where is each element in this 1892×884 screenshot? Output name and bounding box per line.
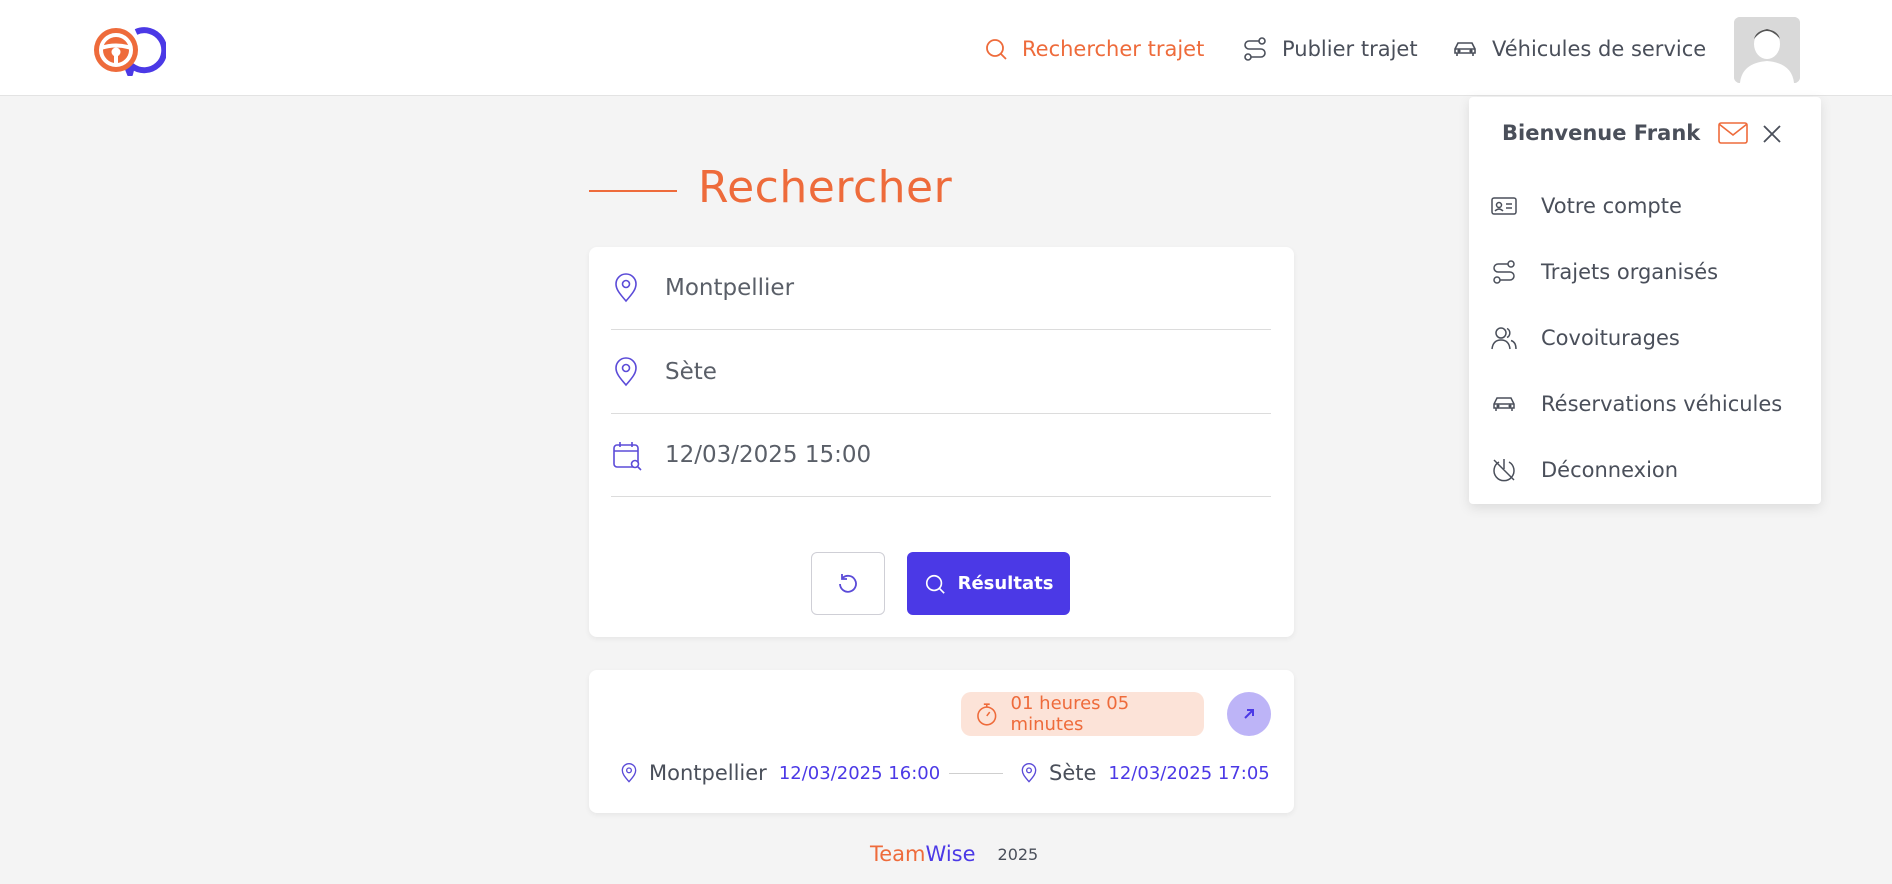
- route-icon: [1244, 37, 1266, 61]
- search-icon: [925, 574, 945, 594]
- trip-departure: Montpellier 12/03/2025 16:00: [619, 760, 940, 786]
- datetime-input[interactable]: [665, 442, 1255, 468]
- teamwise-logo[interactable]: [92, 24, 166, 76]
- nav-search-trip[interactable]: Rechercher trajet: [984, 32, 1204, 66]
- location-pin-icon: [615, 357, 637, 387]
- calendar-search-icon: [613, 442, 642, 471]
- welcome-text: Bienvenue Frank: [1502, 121, 1701, 145]
- search-form-card: Résultats: [589, 247, 1294, 637]
- menu-item-organized-trips-label: Trajets organisés: [1541, 260, 1719, 284]
- menu-item-logout[interactable]: Déconnexion: [1491, 453, 1678, 487]
- welcome-header: Bienvenue Frank: [1502, 121, 1749, 145]
- arrival-input[interactable]: [665, 359, 1255, 385]
- menu-item-carpools-label: Covoiturages: [1541, 326, 1680, 350]
- top-navbar: Rechercher trajet Publier trajet Véhicul…: [0, 0, 1892, 96]
- trip-arrival: Sète 12/03/2025 17:05: [1019, 760, 1270, 786]
- menu-item-carpools[interactable]: Covoiturages: [1491, 321, 1680, 355]
- arrival-field[interactable]: [611, 331, 1271, 414]
- menu-item-logout-label: Déconnexion: [1541, 458, 1679, 482]
- location-pin-icon: [621, 763, 637, 783]
- title-decoration-line: [589, 190, 677, 192]
- nav-service-vehicles[interactable]: Véhicules de service: [1452, 32, 1706, 66]
- trip-result-card[interactable]: 01 heures 05 minutes Montpellier 12/03/2…: [589, 670, 1294, 813]
- user-avatar[interactable]: [1734, 17, 1800, 83]
- logout-icon: [1493, 459, 1515, 482]
- open-trip-button[interactable]: [1227, 692, 1271, 736]
- close-icon[interactable]: [1759, 121, 1785, 147]
- nav-publish-trip[interactable]: Publier trajet: [1242, 32, 1418, 66]
- stopwatch-icon: [977, 703, 997, 726]
- duration-badge: 01 heures 05 minutes: [961, 692, 1204, 736]
- results-button-label: Résultats: [957, 573, 1054, 594]
- footer: TeamWise 2025: [870, 842, 1038, 866]
- route-connector-line: [949, 773, 1003, 774]
- id-card-icon: [1491, 197, 1517, 215]
- users-icon: [1491, 327, 1517, 350]
- departure-time: 12/03/2025 16:00: [778, 762, 941, 784]
- arrow-up-right-icon: [1244, 709, 1254, 719]
- footer-year: 2025: [997, 844, 1039, 864]
- footer-brand: TeamWise: [870, 842, 976, 866]
- reset-icon: [839, 573, 857, 593]
- menu-item-vehicle-bookings[interactable]: Réservations véhicules: [1491, 387, 1782, 421]
- arrival-city: Sète: [1049, 761, 1097, 785]
- duration-text: 01 heures 05 minutes: [1010, 693, 1130, 735]
- avatar-icon: [1734, 17, 1800, 83]
- route-icon: [1493, 260, 1515, 284]
- departure-city: Montpellier: [649, 761, 767, 785]
- car-icon: [1454, 42, 1476, 56]
- nav-search-trip-label: Rechercher trajet: [1022, 37, 1205, 61]
- reset-button[interactable]: [811, 552, 885, 615]
- menu-item-account[interactable]: Votre compte: [1491, 189, 1682, 223]
- menu-item-organized-trips[interactable]: Trajets organisés: [1491, 255, 1718, 289]
- departure-input[interactable]: [665, 275, 1255, 301]
- mail-icon[interactable]: [1718, 121, 1749, 145]
- user-dropdown-menu: Bienvenue Frank Votre compte Trajets org…: [1469, 97, 1821, 504]
- arrival-time: 12/03/2025 17:05: [1108, 762, 1270, 784]
- nav-service-vehicles-label: Véhicules de service: [1492, 37, 1707, 61]
- car-icon: [1493, 397, 1515, 411]
- location-pin-icon: [1021, 763, 1037, 783]
- departure-field[interactable]: [611, 247, 1271, 330]
- search-icon: [986, 39, 1007, 60]
- menu-item-vehicle-bookings-label: Réservations véhicules: [1541, 392, 1783, 416]
- location-pin-icon: [615, 273, 637, 303]
- datetime-field[interactable]: [611, 414, 1271, 497]
- menu-item-account-label: Votre compte: [1541, 194, 1682, 218]
- page-title: Rechercher: [698, 162, 953, 213]
- results-button[interactable]: Résultats: [907, 552, 1070, 615]
- nav-publish-trip-label: Publier trajet: [1282, 37, 1418, 61]
